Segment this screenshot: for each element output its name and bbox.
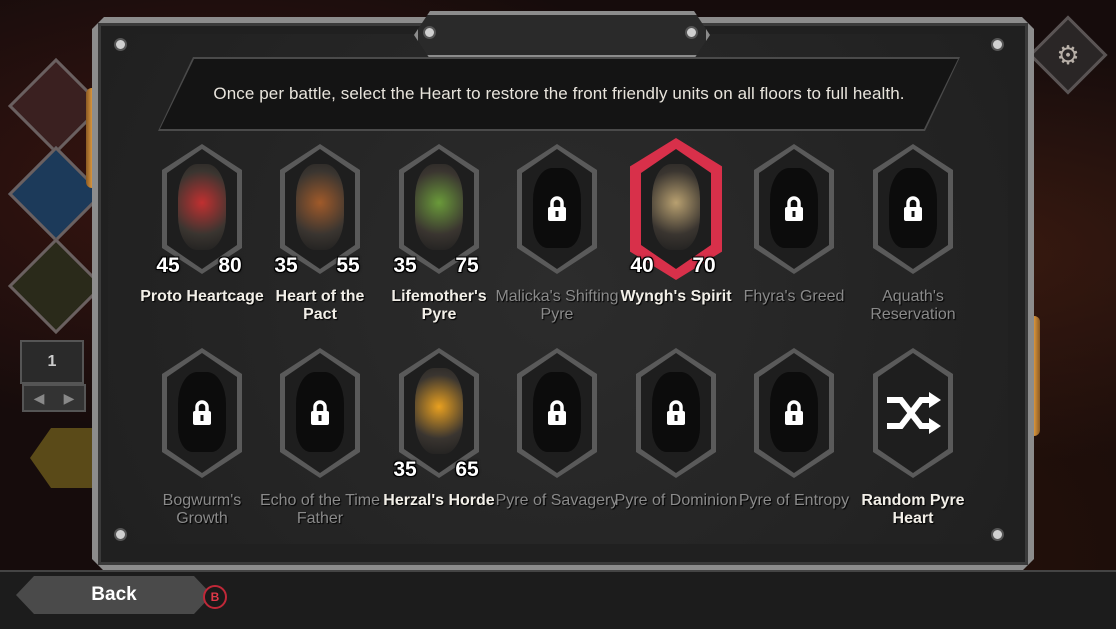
pyre-heart-name: Echo of the Time Father [259,492,381,527]
rivet [423,26,436,39]
pyre-heart-name: Bogwurm's Growth [162,492,242,527]
pyre-heart-name: Fhyra's Greed [743,288,845,305]
pyre-heart-name: Random Pyre Heart [861,492,965,527]
pyre-heart-card[interactable]: 3575Lifemother's Pyre [391,144,487,344]
health-stat: 80 [210,240,250,290]
rivet [991,38,1004,51]
left-sidebar: B P L 1 C ◀▶ [0,0,111,570]
counter-arrows[interactable]: ◀ ▶ [22,384,86,412]
attack-stat: 35 [385,246,425,286]
pyre-heart-card[interactable]: 45 80Proto Heartcage [140,144,264,344]
sidebar-tile-pyre-icon[interactable] [7,237,105,335]
lock-icon [661,398,691,428]
lock-icon [187,398,217,428]
pyre-heart-card: Pyre of Entropy [739,348,849,548]
description-text: Once per battle, select the Heart to res… [213,84,905,103]
controller-b-icon: B [203,585,227,609]
lock-icon [898,194,928,224]
back-button[interactable]: Back [16,576,212,614]
pyre-heart-name: Aquath's Reservation [870,288,956,323]
rivet [991,528,1004,541]
rivet [685,26,698,39]
pyre-heart-name: Lifemother's Pyre [391,288,487,323]
back-label: Back [91,584,137,605]
pyre-heart-card: Pyre of Savagery [496,348,618,548]
description-banner: Once per battle, select the Heart to res… [160,59,958,129]
pyre-heart-card: Bogwurm's Growth [154,348,250,548]
arrow-left-icon[interactable]: ◀ [34,390,45,407]
pyre-heart-name: Herzal's Horde [383,492,495,509]
pyre-heart-name: Heart of the Pact [275,288,365,323]
rivet [114,38,127,51]
pyre-heart-card[interactable]: 35 65Herzal's Horde [383,348,495,548]
pyre-heart-card: Malicka's Shifting Pyre [495,144,619,344]
attack-stat: 35 [266,246,306,286]
pyre-heart-card[interactable]: 40 70Wyngh's Spirit [620,138,732,344]
shuffle-icon [883,388,943,443]
pyre-heart-card: Aquath's Reservation [865,144,961,344]
pyre-heart-name: Wyngh's Spirit [620,288,732,305]
lock-icon [542,398,572,428]
pyre-heart-art [296,164,344,250]
gear-icon: ⚙ [1056,39,1080,70]
pyre-heart-name: Pyre of Dominion [614,492,738,509]
lock-icon [779,398,809,428]
lock-icon [779,194,809,224]
pyre-heart-name: Pyre of Entropy [738,492,850,509]
difficulty-counter: 1 [20,340,84,384]
arrow-right-icon[interactable]: ▶ [64,390,75,407]
pyre-heart-card: Fhyra's Greed [744,144,844,344]
pyre-heart-card[interactable]: 3555Heart of the Pact [272,144,368,344]
sidebar-gold-tab[interactable] [30,428,100,488]
pyre-heart-card: Pyre of Dominion [615,348,737,548]
pyre-heart-art [652,164,700,250]
health-stat: 55 [328,240,368,290]
pyre-heart-card[interactable]: Random Pyre Heart [861,348,965,548]
attack-stat: 35 [385,450,425,490]
lock-icon [542,194,572,224]
lock-icon [305,398,335,428]
attack-stat: 45 [148,246,188,286]
pyre-heart-art [415,368,463,454]
settings-button[interactable]: ⚙ [1028,15,1108,95]
pyre-heart-name: Malicka's Shifting Pyre [495,288,619,323]
pyre-heart-art [415,164,463,250]
health-stat: 75 [447,240,487,290]
health-stat: 70 [684,240,724,290]
pyre-heart-card: Echo of the Time Father [260,348,380,548]
pyre-heart-name: Proto Heartcage [140,288,264,305]
health-stat: 65 [447,444,487,494]
panel-top-tab [414,11,710,59]
pyre-heart-name: Pyre of Savagery [495,492,619,509]
rivet [114,528,127,541]
pyre-heart-art [178,164,226,250]
attack-stat: 40 [622,246,662,286]
